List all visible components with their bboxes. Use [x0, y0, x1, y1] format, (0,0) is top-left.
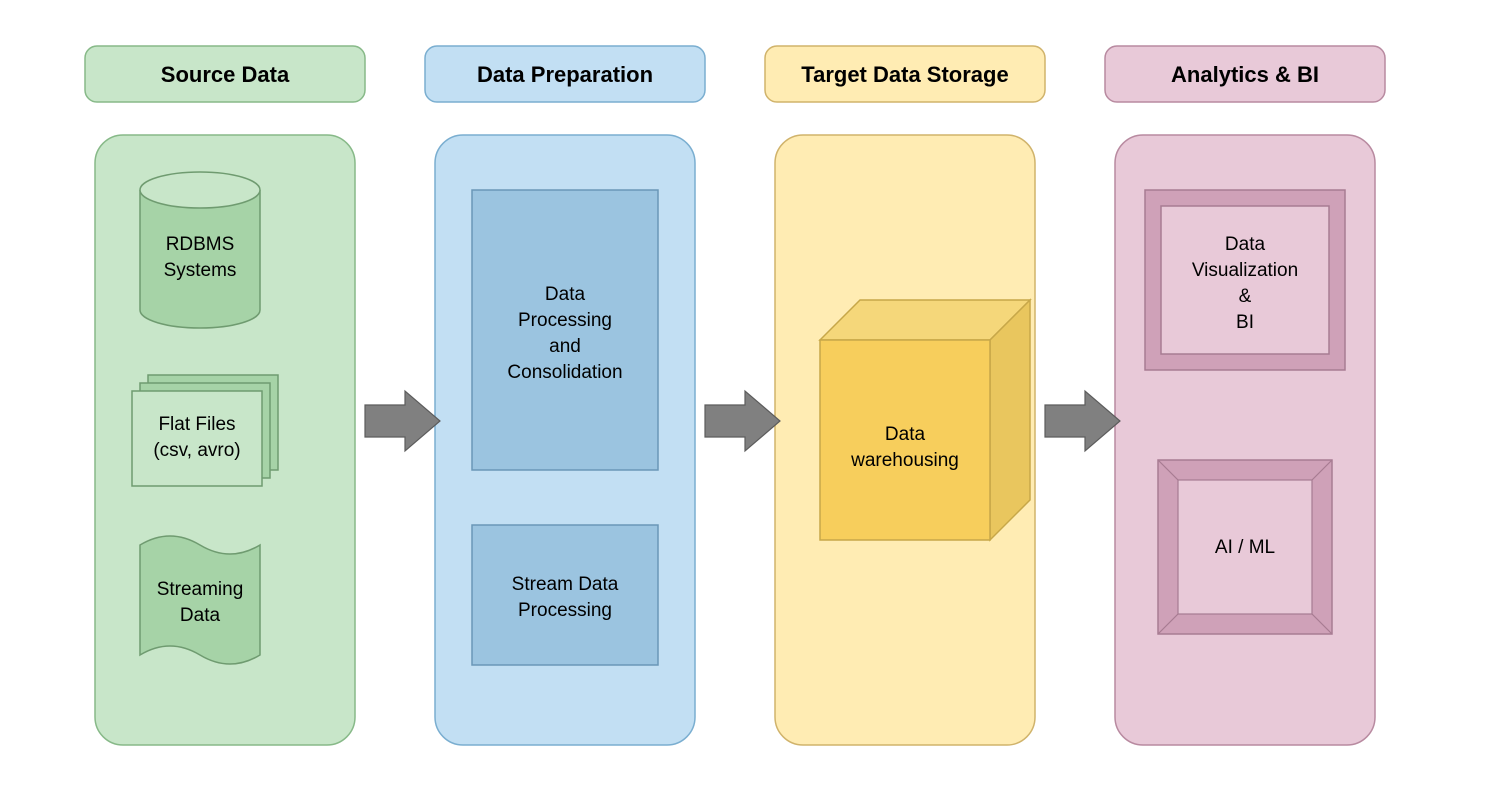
- node-flatfiles: Flat Files(csv, avro): [132, 375, 278, 486]
- node-data-warehouse: Datawarehousing: [820, 300, 1030, 540]
- panel-source: RDBMSSystems Flat Files(csv, avro) Strea…: [95, 135, 355, 745]
- header-source-label: Source Data: [161, 62, 290, 87]
- panel-target: Datawarehousing: [775, 135, 1035, 745]
- header-prep: Data Preparation: [425, 46, 705, 102]
- node-visualization: DataVisualization&BI: [1145, 190, 1345, 370]
- node-ai-ml: AI / ML: [1158, 460, 1332, 634]
- node-streaming: StreamingData: [140, 536, 260, 664]
- header-source: Source Data: [85, 46, 365, 102]
- node-batch-processing: DataProcessingandConsolidation: [472, 190, 658, 470]
- arrow-1-icon: [365, 391, 440, 451]
- header-analytics: Analytics & BI: [1105, 46, 1385, 102]
- panel-prep: DataProcessingandConsolidation Stream Da…: [435, 135, 695, 745]
- arrow-3-icon: [1045, 391, 1120, 451]
- header-target: Target Data Storage: [765, 46, 1045, 102]
- architecture-diagram: Source Data Data Preparation Target Data…: [0, 0, 1500, 800]
- node-stream-processing: Stream DataProcessing: [472, 525, 658, 665]
- node-rdbms: RDBMSSystems: [140, 172, 260, 328]
- panel-analytics: DataVisualization&BI AI / ML: [1115, 135, 1375, 745]
- header-prep-label: Data Preparation: [477, 62, 653, 87]
- arrow-2-icon: [705, 391, 780, 451]
- header-analytics-label: Analytics & BI: [1171, 62, 1319, 87]
- header-target-label: Target Data Storage: [801, 62, 1008, 87]
- node-ml-label: AI / ML: [1215, 537, 1275, 558]
